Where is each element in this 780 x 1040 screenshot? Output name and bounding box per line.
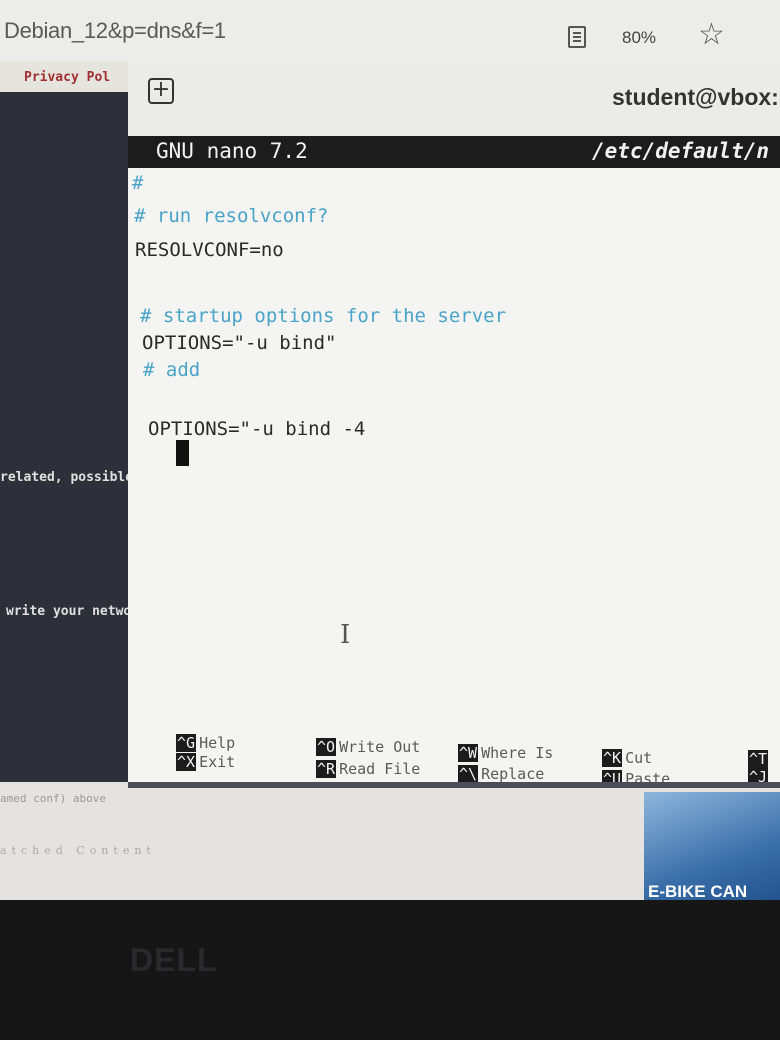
window-bottom-edge [128,782,780,788]
editor-line: OPTIONS="-u bind -4 [148,418,366,440]
plus-icon[interactable]: + [148,78,174,104]
shortcut-replace[interactable]: ^\ Replace [458,765,544,783]
nano-editor-area[interactable]: # # run resolvconf? RESOLVCONF=no # star… [128,168,780,740]
shortcut-help[interactable]: ^G Help [176,734,235,752]
page-text-related: related, possible [0,470,134,485]
editor-line: # [132,172,144,194]
privacy-policy-link[interactable]: Privacy Pol [24,70,110,85]
zoom-level[interactable]: 80% [622,28,656,48]
terminal-title: student@vbox: [612,84,779,110]
page-text-network: write your network [6,604,147,619]
editor-line: RESOLVCONF=no [135,239,284,261]
shortcut-t[interactable]: ^T [748,750,769,768]
editor-line: # add [143,359,201,381]
editor-line: # run resolvconf? [134,205,329,227]
page-text-conf: amed conf) above [0,792,106,805]
nano-version: GNU nano 7.2 [156,139,308,163]
shortcut-exit[interactable]: ^X Exit [176,753,235,771]
monitor-brand-logo: DELL [130,942,218,978]
editor-line: OPTIONS="-u bind" [142,332,337,354]
monitor-bezel [0,900,780,1040]
nano-filename: /etc/default/n [592,139,770,163]
address-bar-url[interactable]: Debian_12&p=dns&f=1 [4,18,226,44]
nano-titlebar: GNU nano 7.2 /etc/default/n [128,136,780,168]
ad-banner-text[interactable]: E-BIKE CAN [648,882,747,902]
mouse-ibeam-cursor-icon: I [340,620,351,650]
shortcut-cut[interactable]: ^K Cut [602,749,652,767]
text-cursor [176,440,189,466]
shortcut-read-file[interactable]: ^R Read File [316,760,420,778]
reader-mode-icon[interactable] [568,26,586,48]
shortcut-where-is[interactable]: ^W Where Is [458,744,553,762]
matched-content-heading: atched Content [0,844,156,857]
shortcut-write-out[interactable]: ^O Write Out [316,738,420,756]
editor-line: # startup options for the server [140,305,507,327]
star-icon[interactable]: ☆ [698,20,725,50]
nano-shortcut-bar: ^G Help ^X Exit ^O Write Out ^R Read File ^W… [128,734,780,788]
